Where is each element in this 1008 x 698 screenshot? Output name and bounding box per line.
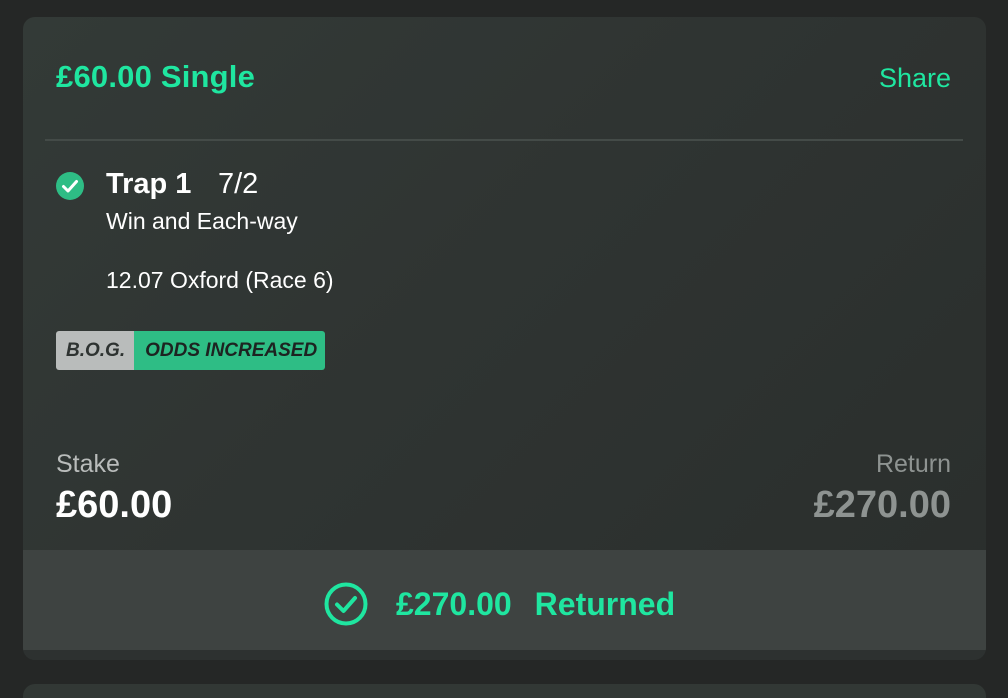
- bet-title: £60.00 Single: [56, 59, 256, 94]
- stake-value: £60.00: [56, 484, 173, 526]
- header-divider: [45, 139, 963, 141]
- result-amount: £270.00: [396, 585, 512, 622]
- bog-badge: B.O.G. ODDS INCREASED: [56, 331, 326, 370]
- odds-increased-label: ODDS INCREASED: [134, 331, 326, 370]
- result-summary: £270.00 Returned: [324, 582, 675, 626]
- result-status: Returned: [534, 585, 676, 622]
- next-bet-card[interactable]: [23, 684, 986, 698]
- share-button[interactable]: Share: [879, 63, 951, 94]
- bet-card: £60.00 Single Share Trap 1 7/2 Win and E…: [23, 17, 986, 660]
- bet-type: Win and Each-way: [106, 208, 298, 234]
- selection-odds: 7/2: [218, 168, 259, 200]
- check-circle-icon: [56, 172, 84, 200]
- event-name: 12.07 Oxford (Race 6): [106, 267, 334, 293]
- result-bar: £270.00 Returned: [23, 550, 986, 650]
- return-label: Return: [875, 450, 951, 478]
- check-circle-outline-icon: [324, 582, 368, 626]
- bet-card-header: £60.00 Single Share: [23, 17, 986, 139]
- selection-name: Trap 1: [106, 168, 192, 200]
- stake-label: Stake: [56, 450, 120, 478]
- return-value: £270.00: [813, 484, 951, 526]
- card-bottom-edge: [23, 650, 986, 660]
- page: £60.00 Single Share Trap 1 7/2 Win and E…: [0, 0, 1008, 698]
- bog-label: B.O.G.: [56, 331, 135, 370]
